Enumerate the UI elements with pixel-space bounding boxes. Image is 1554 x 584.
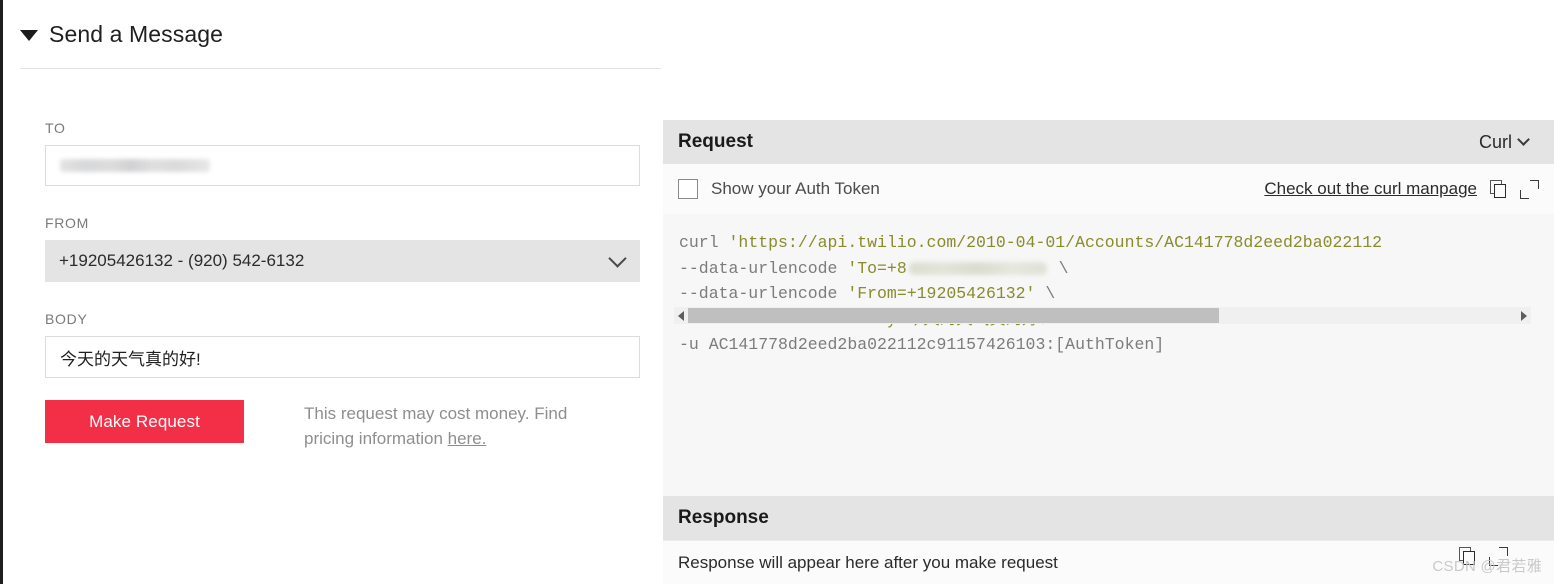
curl-manpage-link[interactable]: Check out the curl manpage	[1264, 179, 1477, 199]
copy-icon[interactable]	[1490, 179, 1507, 199]
redacted-phone-number	[908, 261, 1047, 275]
code-token: 'https://api.twilio.com/2010-04-01/Accou…	[728, 233, 1383, 252]
request-panel-header: Request Curl	[663, 120, 1554, 164]
code-horizontal-scrollbar[interactable]	[674, 307, 1531, 324]
from-select[interactable]: +19205426132 - (920) 542-6132	[45, 240, 640, 282]
code-line: -u AC141778d2eed2ba022112c91157426103:[A…	[679, 332, 1554, 358]
chevron-down-icon	[608, 248, 627, 268]
code-token: --data-urlencode	[679, 284, 848, 303]
scroll-right-arrow-icon[interactable]	[1517, 310, 1531, 321]
caret-down-icon[interactable]	[20, 29, 38, 41]
show-auth-token-label: Show your Auth Token	[711, 179, 880, 198]
body-input-value: 今天的天气真的好!	[60, 349, 201, 369]
code-line: --data-urlencode 'To=+8 \	[679, 256, 1554, 282]
format-select[interactable]: Curl	[1478, 131, 1530, 153]
body-field-label: BODY	[45, 311, 88, 327]
request-code-area: curl 'https://api.twilio.com/2010-04-01/…	[663, 214, 1554, 504]
response-empty-message: Response will appear here after you make…	[678, 552, 1058, 572]
from-field-label: FROM	[45, 215, 90, 231]
code-token: \	[1035, 284, 1056, 303]
to-value-redacted	[60, 159, 210, 172]
code-token: 'To=+8	[847, 258, 907, 278]
format-select-value: Curl	[1478, 131, 1512, 152]
page-title: Send a Message	[49, 20, 224, 47]
curl-code-block[interactable]: curl 'https://api.twilio.com/2010-04-01/…	[663, 230, 1554, 358]
cost-note: This request may cost money. Find pricin…	[304, 400, 604, 451]
expand-icon[interactable]	[1520, 179, 1539, 199]
to-field-label: TO	[45, 120, 66, 136]
code-token: curl	[679, 233, 729, 252]
section-header[interactable]: Send a Message	[3, 0, 1554, 68]
request-response-panel: Request Curl Show your Auth Token Check …	[663, 120, 1554, 584]
form-actions: Make Request This request may cost money…	[45, 400, 640, 451]
show-auth-token-checkbox[interactable]	[678, 179, 698, 199]
code-line: curl 'https://api.twilio.com/2010-04-01/…	[679, 230, 1554, 256]
request-panel-tools: Check out the curl manpage	[1264, 179, 1539, 199]
response-panel-title: Response	[678, 507, 769, 528]
response-panel-header: Response	[663, 496, 1554, 540]
make-request-button[interactable]: Make Request	[45, 400, 244, 443]
request-panel-title: Request	[678, 131, 753, 152]
response-tools	[1459, 547, 1508, 566]
code-token: --data-urlencode	[679, 258, 848, 278]
to-input[interactable]	[45, 145, 640, 186]
expand-icon[interactable]	[1489, 547, 1508, 566]
twilio-api-explorer-page: Send a Message TO FROM +19205426132 - (9…	[0, 0, 1554, 584]
body-input[interactable]: 今天的天气真的好!	[45, 336, 640, 378]
cost-note-text: This request may cost money. Find pricin…	[304, 404, 568, 448]
code-token: 'From=+19205426132'	[847, 284, 1036, 303]
header-divider	[20, 68, 661, 69]
message-form: TO FROM +19205426132 - (920) 542-6132 BO…	[45, 120, 640, 451]
scroll-left-arrow-icon[interactable]	[674, 310, 688, 321]
scrollbar-thumb[interactable]	[688, 308, 1219, 323]
chevron-down-icon	[1517, 133, 1530, 146]
pricing-link[interactable]: here.	[448, 429, 487, 448]
response-panel-body: Response will appear here after you make…	[663, 540, 1554, 584]
from-select-value: +19205426132 - (920) 542-6132	[59, 251, 305, 270]
code-token: -u AC141778d2eed2ba022112c91157426103:[A…	[679, 335, 1165, 354]
auth-token-row: Show your Auth Token Check out the curl …	[663, 164, 1554, 214]
code-token: \	[1048, 258, 1069, 278]
copy-icon[interactable]	[1459, 547, 1476, 566]
code-line: --data-urlencode 'From=+19205426132' \	[679, 281, 1554, 307]
